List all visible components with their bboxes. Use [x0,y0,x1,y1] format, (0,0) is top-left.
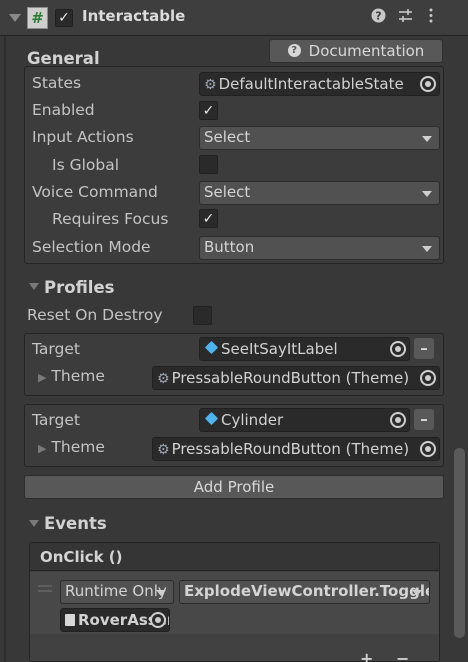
vertical-scrollbar[interactable] [454,448,465,638]
voice-command-value: Select [204,183,251,201]
object-picker-icon[interactable] [390,412,406,428]
theme-field[interactable]: ⚙ PressableRoundButton (Theme) [152,437,440,461]
enabled-checkbox[interactable]: ✓ [199,101,218,120]
remove-listener-button[interactable]: − [396,649,409,662]
drag-handle-icon[interactable] [38,585,52,592]
object-picker-icon[interactable] [150,612,166,628]
object-picker-icon[interactable] [390,341,406,357]
gameobject-icon [204,411,219,426]
profile-item: Target Cylinder – ▶ Theme ⚙ PressableRoun… [24,404,444,467]
theme-label: Theme [51,438,105,456]
states-label: States [32,74,82,92]
theme-foldout[interactable]: ▶ Theme [38,367,105,385]
theme-field[interactable]: ⚙ PressableRoundButton (Theme) [152,366,440,390]
gameobject-icon [65,613,75,626]
reset-on-destroy-label: Reset On Destroy [27,306,163,324]
enabled-label: Enabled [32,101,95,119]
states-value: DefaultInteractableState [218,75,404,93]
target-field[interactable]: SeeItSayItLabel [199,337,410,361]
theme-label: Theme [51,367,105,385]
selection-mode-label: Selection Mode [32,238,151,256]
requires-focus-checkbox[interactable]: ✓ [199,209,218,228]
input-actions-label: Input Actions [32,128,134,146]
help-icon[interactable]: ? [371,8,386,27]
theme-foldout[interactable]: ▶ Theme [38,438,105,456]
target-label: Target [32,340,80,358]
gameobject-icon [204,340,219,355]
inspector-gutter [4,36,6,662]
add-profile-button[interactable]: Add Profile [24,475,444,499]
selection-mode-dropdown[interactable]: Button [199,236,440,260]
script-icon: # [27,7,48,29]
help-icon: ? [287,44,301,57]
foldout-arrow-icon: ▶ [38,371,47,384]
is-global-label: Is Global [52,156,120,174]
function-dropdown[interactable]: ExplodeViewController.ToggleExplodedView [179,580,430,604]
object-picker-icon[interactable] [420,76,436,92]
remove-target-button[interactable]: – [414,409,434,430]
svg-text:?: ? [375,10,381,23]
events-title[interactable]: Events [44,514,107,533]
target-value: Cylinder [221,411,284,429]
target-label: Target [32,411,80,429]
chevron-down-icon [156,590,166,596]
object-picker-icon[interactable] [420,441,436,457]
preset-icon[interactable] [398,8,413,27]
chevron-down-icon [422,191,432,197]
is-global-checkbox[interactable] [199,155,218,174]
chevron-down-icon [412,590,422,596]
onclick-label: OnClick () [40,548,123,566]
documentation-label: Documentation [308,42,425,60]
selection-mode-value: Button [204,238,255,256]
scriptable-object-icon: ⚙ [204,77,217,93]
onclick-event-box: OnClick () Runtime Only ExplodeViewContr… [29,542,440,662]
states-field[interactable]: ⚙ DefaultInteractableState [199,72,440,96]
input-actions-value: Select [204,128,251,146]
reset-on-destroy-checkbox[interactable] [193,306,212,325]
scriptable-object-icon: ⚙ [157,371,170,387]
component-enabled-checkbox[interactable]: ✓ [55,9,73,27]
documentation-button[interactable]: ? Documentation [269,39,443,63]
event-object-field[interactable]: RoverAssembly [60,608,170,632]
theme-value: PressableRoundButton (Theme) [171,440,410,458]
theme-value: PressableRoundButton (Theme) [171,369,410,387]
kebab-menu-icon[interactable] [428,8,434,27]
profiles-title[interactable]: Profiles [44,278,114,297]
general-box: States ⚙ DefaultInteractableState Enabled… [24,66,444,264]
target-value: SeeItSayItLabel [221,340,338,358]
function-value: ExplodeViewController.ToggleExplodedView [184,582,429,600]
runtime-mode-dropdown[interactable]: Runtime Only [60,580,174,604]
runtime-mode-value: Runtime Only [65,582,167,600]
onclick-header: OnClick () [30,543,439,571]
voice-command-label: Voice Command [32,183,158,201]
profile-item: Target SeeItSayItLabel – ▶ Theme ⚙ Pressa… [24,333,444,396]
input-actions-dropdown[interactable]: Select [199,126,440,150]
add-listener-button[interactable]: + [360,649,373,662]
scriptable-object-icon: ⚙ [157,442,170,458]
object-picker-icon[interactable] [420,370,436,386]
remove-target-button[interactable]: – [414,338,434,359]
voice-command-dropdown[interactable]: Select [199,181,440,205]
foldout-arrow-icon[interactable] [9,14,21,22]
component-title: Interactable [82,7,186,25]
profiles-foldout-icon[interactable] [29,283,39,290]
chevron-down-icon [422,136,432,142]
events-foldout-icon[interactable] [29,520,39,527]
target-field[interactable]: Cylinder [199,408,410,432]
chevron-down-icon [422,246,432,252]
event-listener-row: Runtime Only ExplodeViewController.Toggl… [30,572,439,634]
requires-focus-label: Requires Focus [52,210,169,228]
foldout-arrow-icon: ▶ [38,442,47,455]
component-header[interactable]: # ✓ Interactable ? [0,0,468,36]
